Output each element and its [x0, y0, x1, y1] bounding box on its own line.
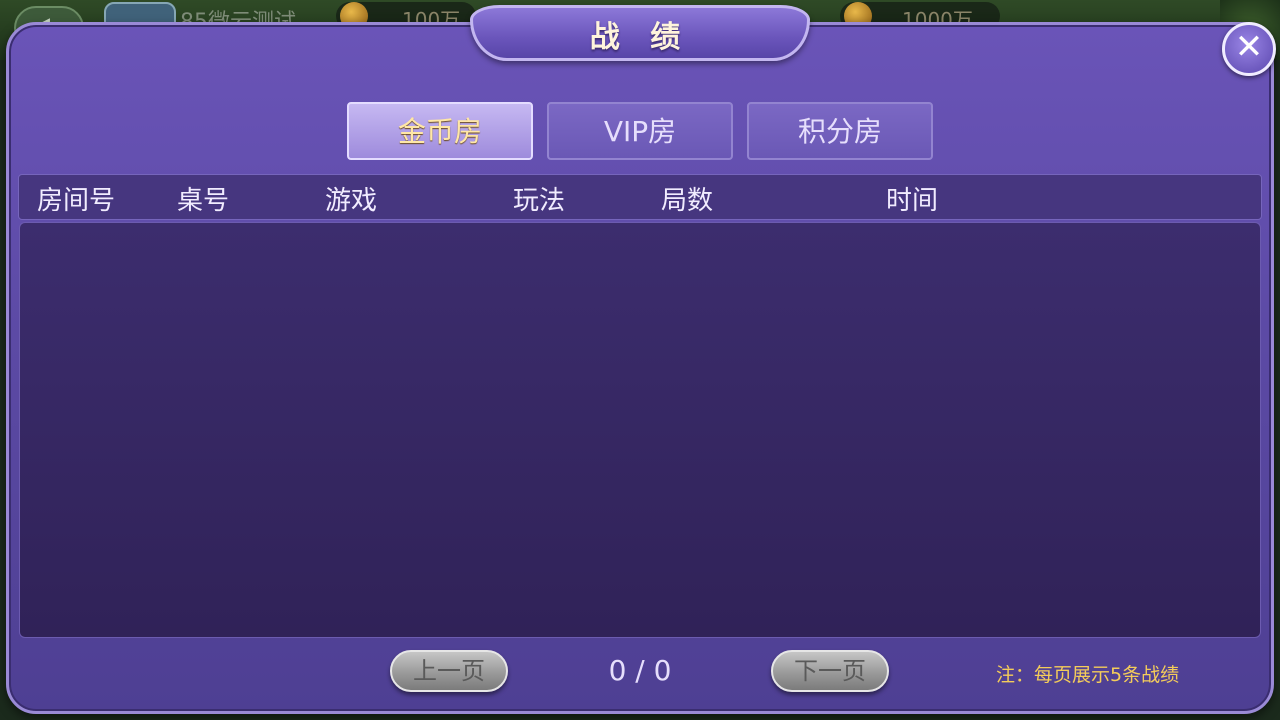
column-rounds: 局数	[661, 186, 714, 216]
column-room-number: 房间号	[37, 186, 116, 216]
prev-page-button[interactable]: 上一页	[390, 650, 508, 692]
tab-vip-room[interactable]: VIP房	[547, 102, 733, 160]
tab-score-room[interactable]: 积分房	[747, 102, 933, 160]
close-icon: ✕	[1234, 27, 1264, 67]
tab-gold-room[interactable]: 金币房	[347, 102, 533, 160]
records-note: 注：每页展示5条战绩	[996, 664, 1180, 686]
game-screen: ◀ 85微云测试 100万 1000万 战 绩 ✕ 金币房 VIP房 积分房 房…	[0, 0, 1280, 720]
column-time: 时间	[886, 186, 939, 216]
next-page-button[interactable]: 下一页	[771, 650, 889, 692]
column-game: 游戏	[325, 186, 378, 216]
records-list[interactable]	[19, 222, 1261, 638]
column-table-number: 桌号	[177, 186, 230, 216]
close-button[interactable]: ✕	[1222, 22, 1276, 76]
page-indicator: 0 / 0	[608, 654, 672, 687]
dialog-title: 战 绩	[589, 20, 691, 55]
column-rules: 玩法	[513, 186, 566, 216]
